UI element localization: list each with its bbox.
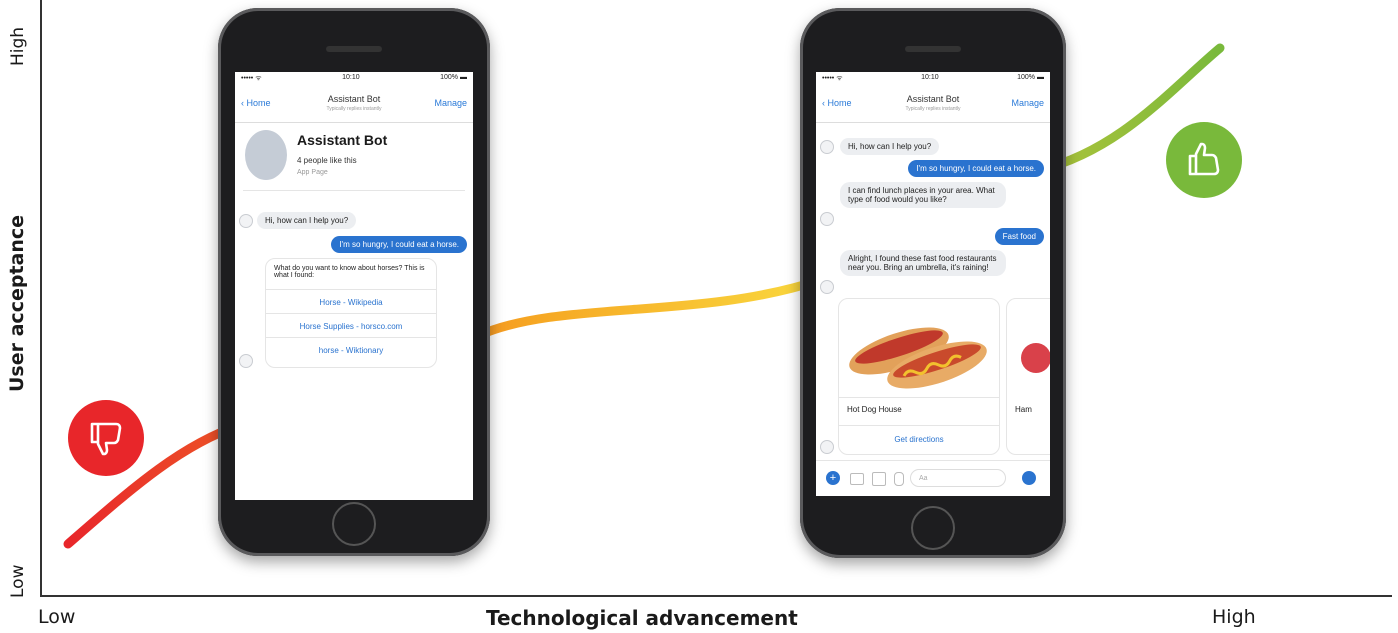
image-icon[interactable] <box>872 472 886 486</box>
thumbs-up-icon <box>1188 142 1220 176</box>
restaurant-title: Hot Dog House <box>847 405 902 414</box>
bot-mini-avatar <box>820 280 834 294</box>
bot-mini-avatar <box>239 214 253 228</box>
bot-message: Alright, I found these fast food restaur… <box>840 250 1006 276</box>
chat-navbar: ‹ Home Assistant Bot Typically replies i… <box>816 88 1050 123</box>
status-time: 10:10 <box>921 74 939 81</box>
user-message: I'm so hungry, I could eat a horse. <box>331 236 467 253</box>
phone-speaker <box>905 46 961 52</box>
chat-navbar: ‹ Home Assistant Bot Typically replies i… <box>235 88 473 123</box>
result-link[interactable]: Horse - Wikipedia <box>266 289 436 311</box>
bot-mini-avatar <box>239 354 253 368</box>
hot-dog-image <box>849 327 987 389</box>
thumbs-down-badge <box>68 400 144 476</box>
link-results-card: What do you want to know about horses? T… <box>265 258 437 368</box>
home-button <box>332 502 376 546</box>
acceptance-curve <box>63 43 1225 549</box>
phone-mockup-basic-bot: ••••• ᯤ 10:10 100% ▬ ‹ Home Assistant Bo… <box>218 8 490 556</box>
bot-mini-avatar <box>820 440 834 454</box>
phone-speaker <box>326 46 382 52</box>
divider <box>839 425 999 426</box>
result-link[interactable]: Horse Supplies - horsco.com <box>266 313 436 335</box>
status-bar: ••••• ᯤ 10:10 100% ▬ <box>235 72 473 88</box>
status-carrier: ••••• ᯤ <box>241 75 262 82</box>
message-input[interactable]: Aa <box>910 469 1006 487</box>
thumbs-down-icon <box>90 422 122 456</box>
restaurant-title: Ham <box>1015 405 1032 414</box>
status-battery: 100% ▬ <box>440 74 467 81</box>
bot-message: Hi, how can I help you? <box>840 138 940 155</box>
phone-screen-basic-bot: ••••• ᯤ 10:10 100% ▬ ‹ Home Assistant Bo… <box>235 72 473 500</box>
thumbs-up-badge <box>1166 122 1242 198</box>
home-button <box>911 506 955 550</box>
bot-message: What do you want to know about horses? T… <box>274 265 425 279</box>
bot-message: I can find lunch places in your area. Wh… <box>840 182 1006 208</box>
camera-icon[interactable] <box>850 473 864 485</box>
profile-likes: 4 people like this <box>297 156 357 165</box>
get-directions-button[interactable]: Get directions <box>839 435 999 444</box>
restaurant-card-partial[interactable]: Ham <box>1006 298 1050 455</box>
user-message: Fast food <box>994 228 1044 245</box>
phone-mockup-advanced-bot: ••••• ᯤ 10:10 100% ▬ ‹ Home Assistant Bo… <box>800 8 1066 558</box>
bot-avatar <box>245 130 287 180</box>
divider <box>243 190 465 191</box>
manage-button[interactable]: Manage <box>434 98 467 108</box>
phone-screen-advanced-bot: ••••• ᯤ 10:10 100% ▬ ‹ Home Assistant Bo… <box>816 72 1050 496</box>
user-message: I'm so hungry, I could eat a horse. <box>908 160 1044 177</box>
emoji-icon[interactable] <box>1022 471 1036 485</box>
bot-mini-avatar <box>820 140 834 154</box>
divider <box>839 397 999 398</box>
microphone-icon[interactable] <box>894 472 904 486</box>
food-image <box>1021 343 1050 373</box>
status-bar: ••••• ᯤ 10:10 100% ▬ <box>816 72 1050 88</box>
status-battery: 100% ▬ <box>1017 74 1044 81</box>
status-time: 10:10 <box>342 74 360 81</box>
bot-message: Hi, how can I help you? <box>257 212 357 229</box>
composer-bar: + Aa <box>816 460 1050 496</box>
profile-category: App Page <box>297 169 328 176</box>
bot-mini-avatar <box>820 212 834 226</box>
restaurant-card[interactable]: Hot Dog House Get directions <box>838 298 1000 455</box>
result-link[interactable]: horse - Wiktionary <box>266 337 436 359</box>
status-carrier: ••••• ᯤ <box>822 75 843 82</box>
profile-name: Assistant Bot <box>297 132 388 148</box>
manage-button[interactable]: Manage <box>1011 98 1044 108</box>
plus-icon[interactable]: + <box>826 471 840 485</box>
